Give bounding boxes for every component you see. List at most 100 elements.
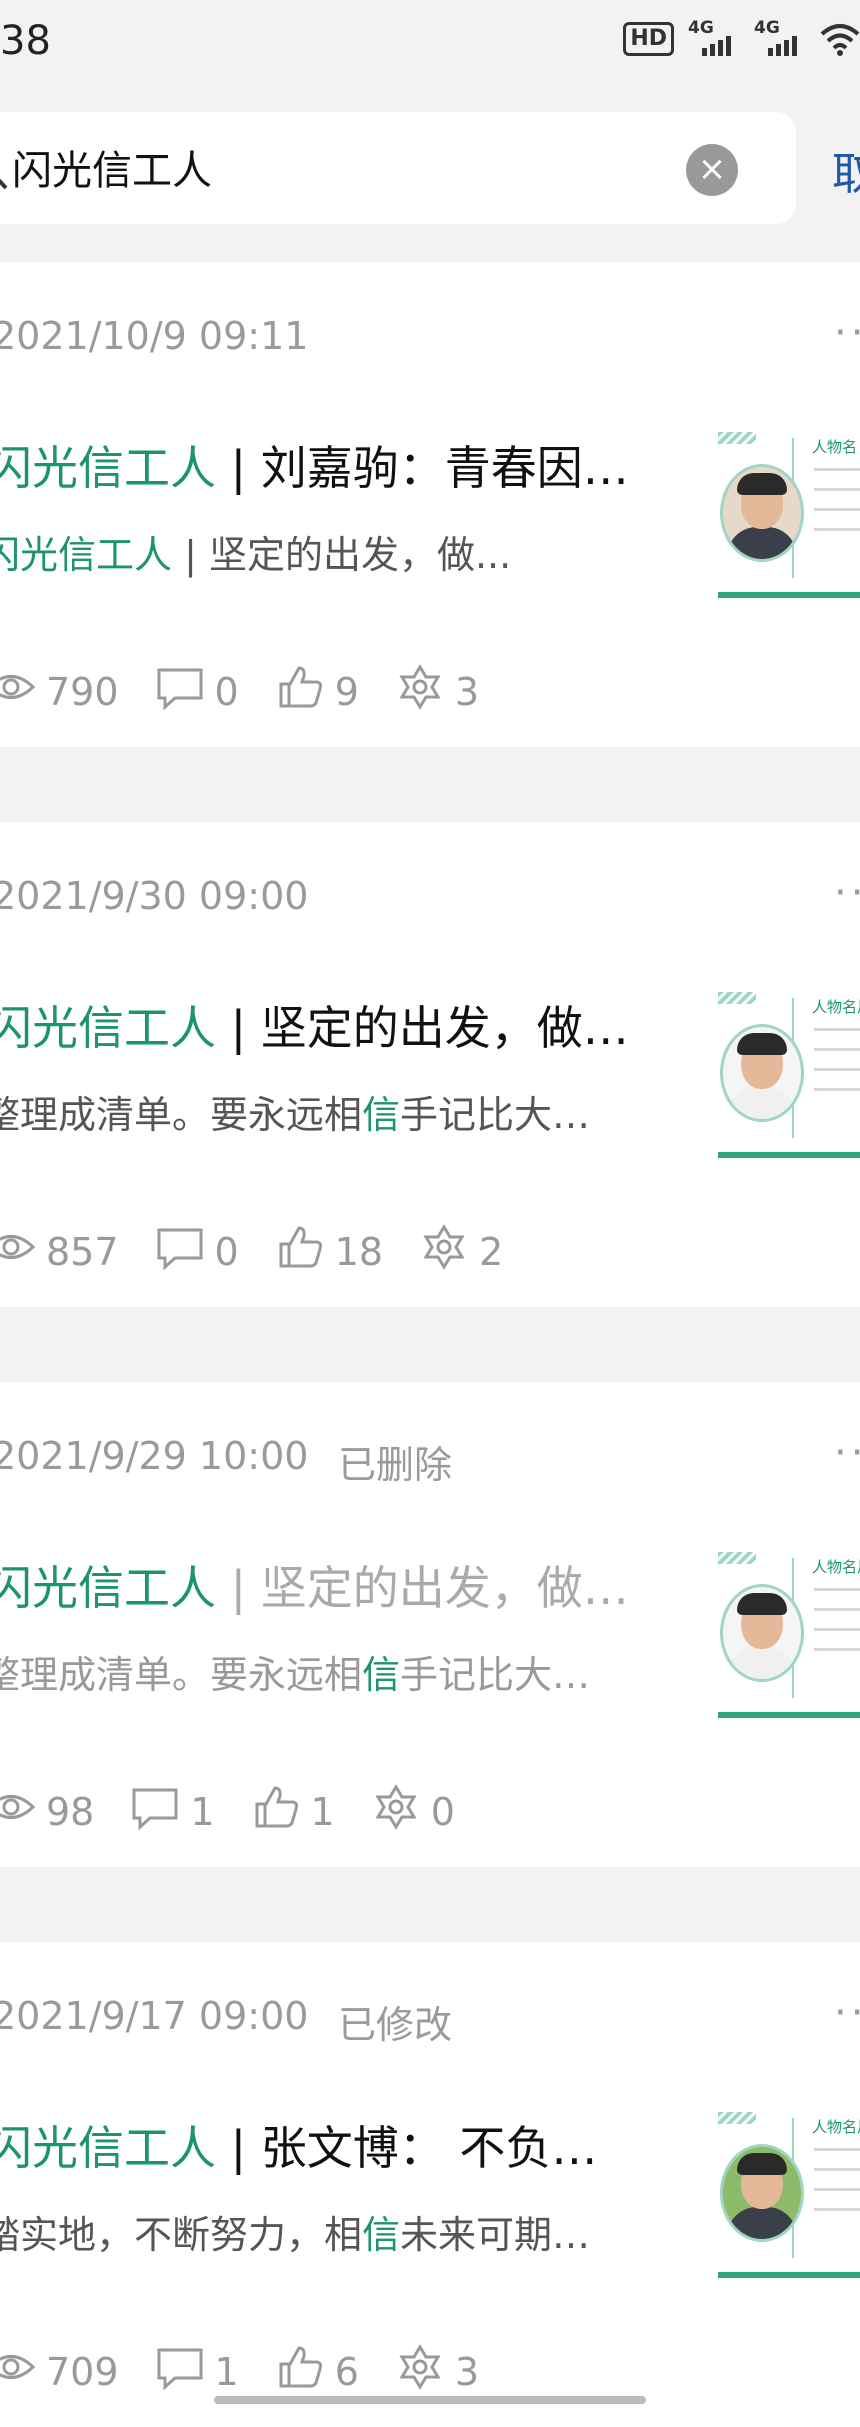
comment-icon	[155, 2344, 215, 2399]
portrait-photo	[720, 464, 804, 562]
post-title[interactable]: 闪光信工人 | 张文博： 不负…	[0, 2112, 597, 2178]
search-bar: 闪光信工人 × 取	[0, 112, 860, 224]
post-title-rest: | 坚定的出发，做…	[216, 1561, 629, 1615]
post-date: 2021/9/30 09:00	[0, 874, 309, 918]
post-title-rest: | 张文博： 不负…	[216, 2121, 598, 2175]
thumbnail-title: 人物名片	[812, 2118, 860, 2136]
wifi-icon	[820, 24, 860, 56]
likes-count: 1	[310, 1789, 335, 1834]
post-stats: 98 1 1 0	[0, 1784, 491, 1839]
eye-icon	[0, 2344, 46, 2399]
status-bar: 38 HD 4G 4G	[0, 0, 860, 84]
shares-stat[interactable]: 0	[371, 1784, 491, 1839]
shares-stat[interactable]: 3	[395, 664, 515, 719]
views-stat: 709	[0, 2344, 155, 2399]
post-title-highlight: 闪光信工人	[0, 441, 216, 495]
post-thumbnail[interactable]: 人物名片	[718, 1540, 860, 1718]
post-thumbnail[interactable]: 人物名片	[718, 2100, 860, 2278]
thumbs-up-icon	[251, 1784, 311, 1839]
likes-stat[interactable]: 6	[275, 2344, 395, 2399]
clear-icon[interactable]: ×	[686, 144, 738, 196]
post-title[interactable]: 闪光信工人 | 坚定的出发，做…	[0, 1552, 629, 1618]
search-query: 闪光信工人	[12, 148, 212, 194]
shares-count: 0	[430, 1789, 455, 1834]
post-card[interactable]: 2021/9/17 09:00 已修改 ·· 闪光信工人 | 张文博： 不负… …	[0, 1942, 860, 2427]
status-icons: HD 4G 4G	[623, 18, 860, 56]
comments-count: 1	[214, 2349, 239, 2394]
post-excerpt: 踏实地，不断努力，相信未来可期…	[0, 2213, 591, 2257]
post-stats: 790 0 9 3	[0, 664, 515, 719]
post-thumbnail[interactable]: 人物名	[718, 420, 860, 598]
status-time: 38	[0, 18, 51, 64]
thumbs-up-icon	[275, 2344, 335, 2399]
thumbnail-title: 人物名片	[812, 1558, 860, 1576]
thumbs-up-icon	[275, 664, 335, 719]
post-card[interactable]: 2021/9/30 09:00 ·· 闪光信工人 | 坚定的出发，做… 整理成清…	[0, 822, 860, 1307]
likes-stat[interactable]: 18	[275, 1224, 419, 1279]
post-excerpt: 整理成清单。要永远相信手记比大…	[0, 1093, 591, 1137]
likes-count: 6	[334, 2349, 359, 2394]
portrait-photo	[720, 2144, 804, 2242]
views-stat: 790	[0, 664, 155, 719]
comment-icon	[155, 664, 215, 719]
views-stat: 857	[0, 1224, 155, 1279]
shares-stat[interactable]: 2	[419, 1224, 539, 1279]
post-date: 2021/10/9 09:11	[0, 314, 309, 358]
shares-count: 2	[479, 1229, 504, 1274]
post-stats: 857 0 18 2	[0, 1224, 539, 1279]
views-count: 790	[46, 669, 119, 714]
shares-count: 3	[454, 669, 480, 714]
post-card[interactable]: 2021/10/9 09:11 ·· 闪光信工人 | 刘嘉驹：青春因… 闪光信工…	[0, 262, 860, 747]
more-icon[interactable]: ··	[834, 313, 860, 353]
views-count: 98	[46, 1789, 95, 1834]
post-title-highlight: 闪光信工人	[0, 1001, 216, 1055]
share-icon	[395, 664, 455, 719]
eye-icon	[0, 1224, 46, 1279]
home-indicator[interactable]	[214, 2396, 646, 2404]
likes-stat[interactable]: 1	[251, 1784, 371, 1839]
views-stat: 98	[0, 1784, 130, 1839]
signal-icon: 4G	[754, 18, 806, 56]
comments-stat[interactable]: 0	[155, 664, 275, 719]
shares-count: 3	[454, 2349, 480, 2394]
post-title-highlight: 闪光信工人	[0, 1561, 216, 1615]
likes-count: 9	[334, 669, 359, 714]
share-icon	[371, 1784, 431, 1839]
likes-count: 18	[334, 1229, 384, 1274]
more-icon[interactable]: ··	[834, 1433, 860, 1473]
post-title[interactable]: 闪光信工人 | 刘嘉驹：青春因…	[0, 432, 629, 498]
comments-stat[interactable]: 1	[130, 1784, 250, 1839]
hd-icon: HD	[623, 22, 674, 56]
post-title-rest: | 刘嘉驹：青春因…	[216, 441, 629, 495]
thumbs-up-icon	[275, 1224, 335, 1279]
post-status-badge: 已删除	[338, 1443, 453, 1487]
post-status-badge: 已修改	[338, 2003, 453, 2047]
post-thumbnail[interactable]: 人物名片	[718, 980, 860, 1158]
thumbnail-title: 人物名片	[812, 998, 860, 1016]
post-excerpt: 整理成清单。要永远相信手记比大…	[0, 1653, 591, 1697]
shares-stat[interactable]: 3	[395, 2344, 515, 2399]
post-stats: 709 1 6 3	[0, 2344, 515, 2399]
portrait-photo	[720, 1024, 804, 1122]
comments-stat[interactable]: 0	[155, 1224, 275, 1279]
more-icon[interactable]: ··	[834, 873, 860, 913]
cancel-button[interactable]: 取	[832, 138, 860, 202]
comments-stat[interactable]: 1	[155, 2344, 275, 2399]
likes-stat[interactable]: 9	[275, 664, 395, 719]
more-icon[interactable]: ··	[834, 1993, 860, 2033]
post-title[interactable]: 闪光信工人 | 坚定的出发，做…	[0, 992, 629, 1058]
comment-icon	[155, 1224, 215, 1279]
eye-icon	[0, 1784, 46, 1839]
thumbnail-title: 人物名	[812, 438, 858, 456]
post-card[interactable]: 2021/9/29 10:00 已删除 ·· 闪光信工人 | 坚定的出发，做… …	[0, 1382, 860, 1867]
portrait-photo	[720, 1584, 804, 1682]
comments-count: 0	[214, 1229, 239, 1274]
search-icon	[0, 178, 8, 190]
comment-icon	[130, 1784, 190, 1839]
share-icon	[419, 1224, 479, 1279]
eye-icon	[0, 664, 46, 719]
search-input[interactable]: 闪光信工人 ×	[0, 112, 796, 224]
post-title-highlight: 闪光信工人	[0, 2121, 216, 2175]
post-title-rest: | 坚定的出发，做…	[216, 1001, 629, 1055]
comments-count: 1	[190, 1789, 215, 1834]
